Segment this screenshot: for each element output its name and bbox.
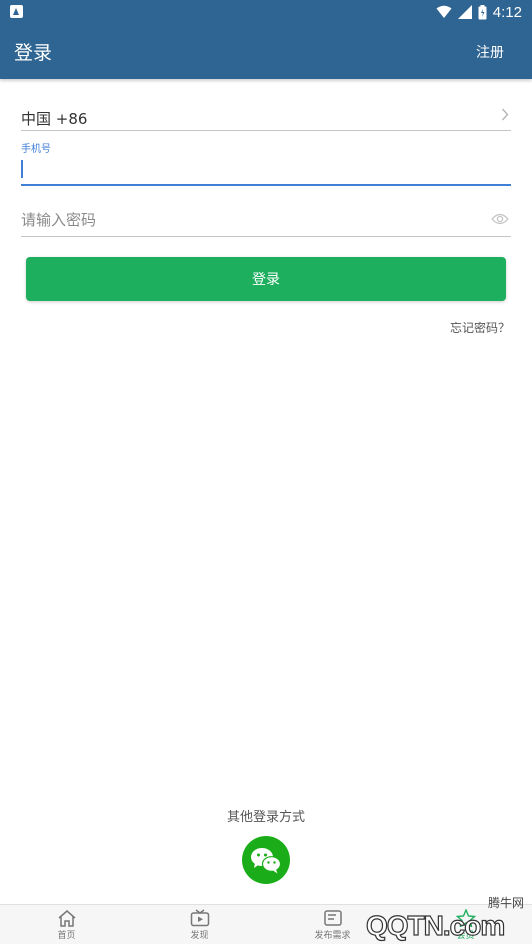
- watermark-text: 腾牛网: [487, 896, 524, 910]
- tv-icon: [190, 909, 209, 927]
- eye-icon[interactable]: [491, 213, 509, 225]
- wechat-icon: [251, 848, 282, 874]
- home-icon: [58, 910, 75, 927]
- password-field[interactable]: [21, 204, 511, 237]
- tab-home[interactable]: 首页: [0, 905, 133, 944]
- phone-input[interactable]: [21, 152, 511, 184]
- tab-home-label: 首页: [57, 931, 76, 941]
- other-login-title: 其他登录方式: [226, 810, 305, 825]
- phone-field[interactable]: [21, 152, 511, 186]
- status-bar: 4:12: [0, 0, 532, 24]
- login-button[interactable]: 登录: [26, 257, 506, 301]
- forgot-password-link[interactable]: 忘记密码？: [450, 319, 510, 336]
- chevron-right-icon: [501, 108, 509, 121]
- watermark: 腾牛网 QQTN.com: [326, 890, 526, 944]
- wechat-login-button[interactable]: [242, 836, 290, 884]
- tab-discover-label: 发现: [190, 931, 209, 941]
- status-icons: 4:12: [436, 3, 522, 21]
- password-input[interactable]: [21, 204, 481, 236]
- app-notification-icon: [10, 5, 23, 18]
- tab-discover[interactable]: 发现: [133, 905, 266, 944]
- watermark-logo: QQTN.com: [365, 909, 505, 941]
- register-button[interactable]: 注册: [476, 42, 504, 62]
- wifi-icon: [436, 5, 452, 18]
- status-time: 4:12: [492, 3, 522, 21]
- app-bar: 登录 注册: [0, 24, 532, 79]
- text-cursor: [21, 160, 23, 178]
- country-code-selector[interactable]: 中国 +86: [21, 100, 511, 131]
- battery-icon: [478, 4, 487, 19]
- signal-icon: [457, 5, 472, 19]
- country-code-value: 中国 +86: [21, 110, 88, 128]
- page-title: 登录: [14, 42, 53, 64]
